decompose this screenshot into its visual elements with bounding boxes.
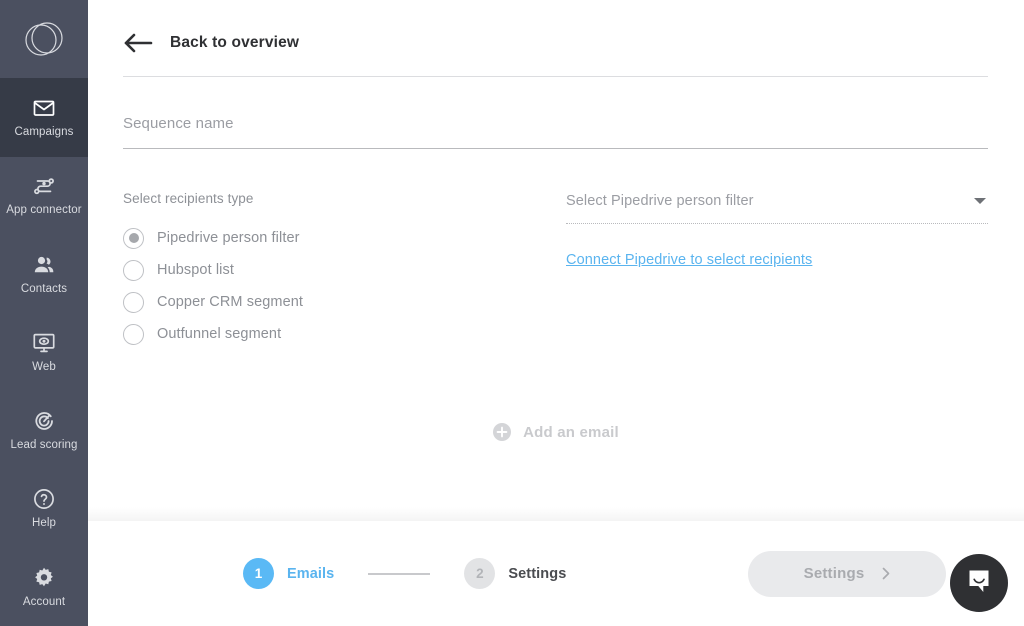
sidebar-item-label: Web bbox=[32, 360, 56, 373]
sidebar-item-web[interactable]: Web bbox=[0, 313, 88, 391]
monitor-eye-icon bbox=[32, 331, 56, 355]
question-mark-icon bbox=[32, 487, 56, 511]
sidebar-item-label: Help bbox=[31, 517, 57, 530]
sidebar: Campaigns App connector Contacts Web Lea… bbox=[0, 0, 88, 626]
form-columns: Select recipients type Pipedrive person … bbox=[88, 149, 1024, 350]
envelope-icon bbox=[32, 96, 56, 120]
sidebar-item-contacts[interactable]: Contacts bbox=[0, 235, 88, 313]
radio-button-icon[interactable] bbox=[123, 291, 144, 313]
page-header: Back to overview bbox=[88, 0, 1024, 54]
radio-button-icon[interactable] bbox=[123, 323, 144, 345]
sidebar-item-label: App connector bbox=[6, 204, 82, 217]
main-area: Back to overview Sequence name Select re… bbox=[88, 0, 1024, 626]
arrow-left-icon[interactable] bbox=[123, 32, 153, 54]
add-an-email-label: Add an email bbox=[523, 423, 619, 441]
gear-icon bbox=[32, 566, 56, 590]
sidebar-item-label: Account bbox=[22, 595, 66, 608]
footer-inner: 1 Emails 2 Settings Settings bbox=[88, 521, 1024, 626]
chevron-right-icon bbox=[882, 567, 890, 580]
step-number: 2 bbox=[464, 558, 496, 589]
radio-copper-crm-segment[interactable]: Copper CRM segment bbox=[123, 286, 566, 318]
header-divider bbox=[123, 76, 988, 77]
select-row[interactable]: Select Pipedrive person filter bbox=[566, 193, 988, 223]
select-value: Select Pipedrive person filter bbox=[566, 193, 754, 209]
sequence-name-input[interactable]: Sequence name bbox=[123, 115, 988, 148]
sidebar-item-account[interactable]: Account bbox=[0, 548, 88, 626]
recipients-column: Select recipients type Pipedrive person … bbox=[123, 191, 566, 350]
chat-launcher-button[interactable] bbox=[950, 554, 1008, 612]
radio-label: Pipedrive person filter bbox=[157, 230, 300, 246]
chat-bubble-smile-icon bbox=[965, 567, 993, 600]
connector-icon bbox=[32, 174, 56, 198]
filter-column: Select Pipedrive person filter Connect P… bbox=[566, 191, 988, 350]
radio-outfunnel-segment[interactable]: Outfunnel segment bbox=[123, 318, 566, 350]
sidebar-item-lead-scoring[interactable]: Lead scoring bbox=[0, 391, 88, 469]
sequence-name-field[interactable]: Sequence name bbox=[123, 115, 988, 149]
sidebar-item-label: Lead scoring bbox=[10, 439, 78, 452]
step-settings[interactable]: 2 Settings bbox=[464, 558, 566, 589]
sidebar-item-app-connector[interactable]: App connector bbox=[0, 157, 88, 235]
radio-button-icon[interactable] bbox=[123, 259, 144, 281]
step-connector-line bbox=[368, 572, 431, 575]
pipedrive-filter-select[interactable]: Select Pipedrive person filter bbox=[566, 191, 988, 224]
contacts-icon bbox=[32, 253, 56, 277]
radio-hubspot-list[interactable]: Hubspot list bbox=[123, 254, 566, 286]
back-to-overview-label[interactable]: Back to overview bbox=[170, 34, 299, 52]
radio-label: Copper CRM segment bbox=[157, 294, 304, 310]
footer-bar: 1 Emails 2 Settings Settings bbox=[88, 507, 1024, 626]
sidebar-item-campaigns[interactable]: Campaigns bbox=[0, 78, 88, 157]
radio-label: Hubspot list bbox=[157, 262, 234, 278]
overlapping-circles-logo-icon bbox=[21, 16, 67, 62]
step-emails[interactable]: 1 Emails bbox=[243, 558, 334, 589]
content-panel: Back to overview Sequence name Select re… bbox=[88, 0, 1024, 521]
chevron-down-icon[interactable] bbox=[974, 198, 986, 204]
plus-circle-icon bbox=[493, 423, 512, 441]
next-settings-button[interactable]: Settings bbox=[748, 550, 946, 597]
connect-pipedrive-link[interactable]: Connect Pipedrive to select recipients bbox=[566, 252, 812, 268]
radio-label: Outfunnel segment bbox=[157, 326, 282, 342]
step-number: 1 bbox=[243, 558, 274, 589]
select-underline bbox=[566, 223, 988, 224]
next-settings-label: Settings bbox=[803, 565, 865, 582]
app-root: Campaigns App connector Contacts Web Lea… bbox=[0, 0, 1024, 626]
radio-button-icon[interactable] bbox=[123, 227, 144, 249]
step-label: Settings bbox=[508, 565, 567, 582]
radar-target-icon bbox=[32, 409, 56, 433]
recipients-type-label: Select recipients type bbox=[123, 191, 254, 206]
radio-pipedrive-person-filter[interactable]: Pipedrive person filter bbox=[123, 222, 566, 254]
step-label: Emails bbox=[287, 565, 335, 582]
app-logo[interactable] bbox=[0, 0, 88, 78]
sidebar-item-help[interactable]: Help bbox=[0, 470, 88, 548]
step-indicator: 1 Emails 2 Settings bbox=[243, 558, 566, 589]
sidebar-item-label: Campaigns bbox=[14, 126, 74, 139]
add-an-email-button[interactable]: Add an email bbox=[88, 423, 1024, 441]
sidebar-item-label: Contacts bbox=[20, 282, 68, 295]
